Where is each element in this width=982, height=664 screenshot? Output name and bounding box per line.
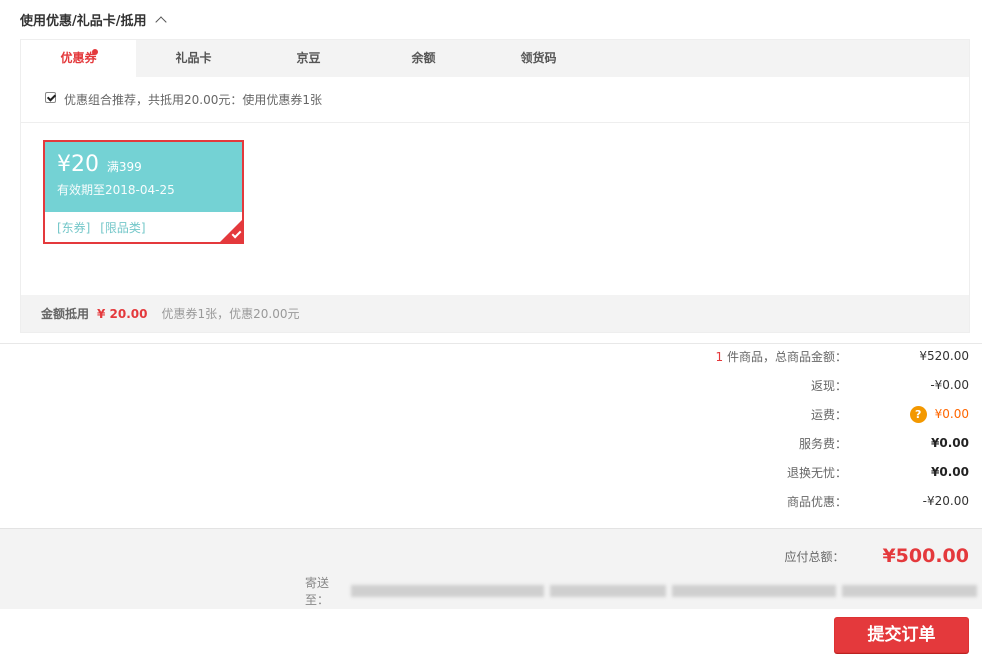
price-label: 运费： [810, 407, 847, 422]
price-value: ¥0.00 [934, 407, 969, 421]
summary-label: 金额抵用 [41, 307, 90, 321]
chevron-up-icon[interactable] [154, 15, 167, 28]
price-label: 商品优惠： [786, 494, 847, 509]
price-value: -¥0.00 [930, 378, 969, 392]
coupon-amount: ¥20 [57, 152, 99, 177]
price-row-shipping: 运费： ? ¥0.00 [469, 404, 969, 424]
price-row-service-fee: 服务费： ¥0.00 [469, 433, 969, 453]
price-label: 服务费： [798, 436, 847, 451]
price-value: ¥0.00 [931, 436, 969, 450]
tab-redeem-code[interactable]: 领货码 [481, 40, 596, 77]
price-label: 1 件商品，总商品金额： [547, 348, 847, 365]
price-label: 退换无忧： [786, 465, 847, 480]
redacted-address [351, 585, 545, 597]
coupon-tags: [东券] [限品类] [45, 212, 242, 242]
discount-panel: 优惠券 礼品卡 京豆 余额 领货码 优惠组合推荐，共抵用20.00元：使用优惠券… [20, 39, 970, 333]
address-label: 寄送至： [305, 576, 330, 607]
coupon-card[interactable]: ¥20 满399 有效期至2018-04-25 [东券] [限品类] [43, 140, 244, 244]
tab-label: 礼品卡 [175, 51, 212, 65]
notification-dot [92, 49, 98, 55]
coupon-expiry: 有效期至2018-04-25 [57, 183, 175, 197]
combo-text: 优惠组合推荐，共抵用20.00元：使用优惠券1张 [64, 93, 322, 107]
price-value: ¥0.00 [931, 465, 969, 479]
price-label-text: 件商品，总商品金额： [723, 349, 847, 364]
price-row-return-worry-free: 退换无忧： ¥0.00 [469, 462, 969, 482]
tab-coupon[interactable]: 优惠券 [21, 40, 136, 77]
tab-label: 领货码 [520, 51, 557, 65]
discount-tabs: 优惠券 礼品卡 京豆 余额 领货码 [21, 40, 969, 77]
tab-label: 优惠券 [60, 51, 97, 65]
tab-gift-card[interactable]: 礼品卡 [136, 40, 251, 77]
coupon-tag: [限品类] [100, 221, 146, 235]
summary-desc: 优惠券1张，优惠20.00元 [161, 307, 300, 321]
redacted-address [550, 585, 666, 597]
tab-label: 余额 [411, 51, 436, 65]
redacted-name-phone [841, 585, 978, 597]
coupon-condition: 满399 [106, 160, 142, 174]
tab-jingdou[interactable]: 京豆 [251, 40, 366, 77]
combo-recommend-row: 优惠组合推荐，共抵用20.00元：使用优惠券1张 [21, 77, 969, 123]
discount-summary: 金额抵用 ¥ 20.00 优惠券1张，优惠20.00元 [21, 295, 969, 332]
section-title: 使用优惠/礼品卡/抵用 [20, 14, 147, 29]
total-row: 应付总额： ¥500.00 [784, 545, 969, 567]
price-row-product-discount: 商品优惠： -¥20.00 [469, 491, 969, 511]
shipping-address-row: 寄送至： [305, 574, 982, 608]
price-row-total-goods: 1 件商品，总商品金额： ¥520.00 [469, 346, 969, 366]
redacted-address [671, 585, 836, 597]
price-value: -¥20.00 [922, 494, 969, 508]
combo-checkbox[interactable] [45, 92, 56, 103]
submit-order-button[interactable]: 提交订单 [834, 617, 969, 653]
price-label: 返现： [810, 378, 847, 393]
order-total-box: 应付总额： ¥500.00 寄送至： [0, 528, 982, 609]
total-amount: ¥500.00 [882, 545, 969, 567]
price-value: ¥520.00 [919, 349, 969, 363]
coupon-header: ¥20 满399 有效期至2018-04-25 [45, 142, 242, 212]
total-label: 应付总额： [784, 549, 845, 564]
divider [0, 343, 982, 344]
coupon-tag: [东券] [57, 221, 91, 235]
summary-amount: ¥ 20.00 [97, 306, 148, 321]
section-header[interactable]: 使用优惠/礼品卡/抵用 [20, 10, 167, 29]
price-value-wrap: ? ¥0.00 [867, 405, 969, 423]
price-row-cashback: 返现： -¥0.00 [469, 375, 969, 395]
tab-label: 京豆 [296, 51, 321, 65]
question-icon[interactable]: ? [909, 405, 927, 423]
tab-balance[interactable]: 余额 [366, 40, 481, 77]
